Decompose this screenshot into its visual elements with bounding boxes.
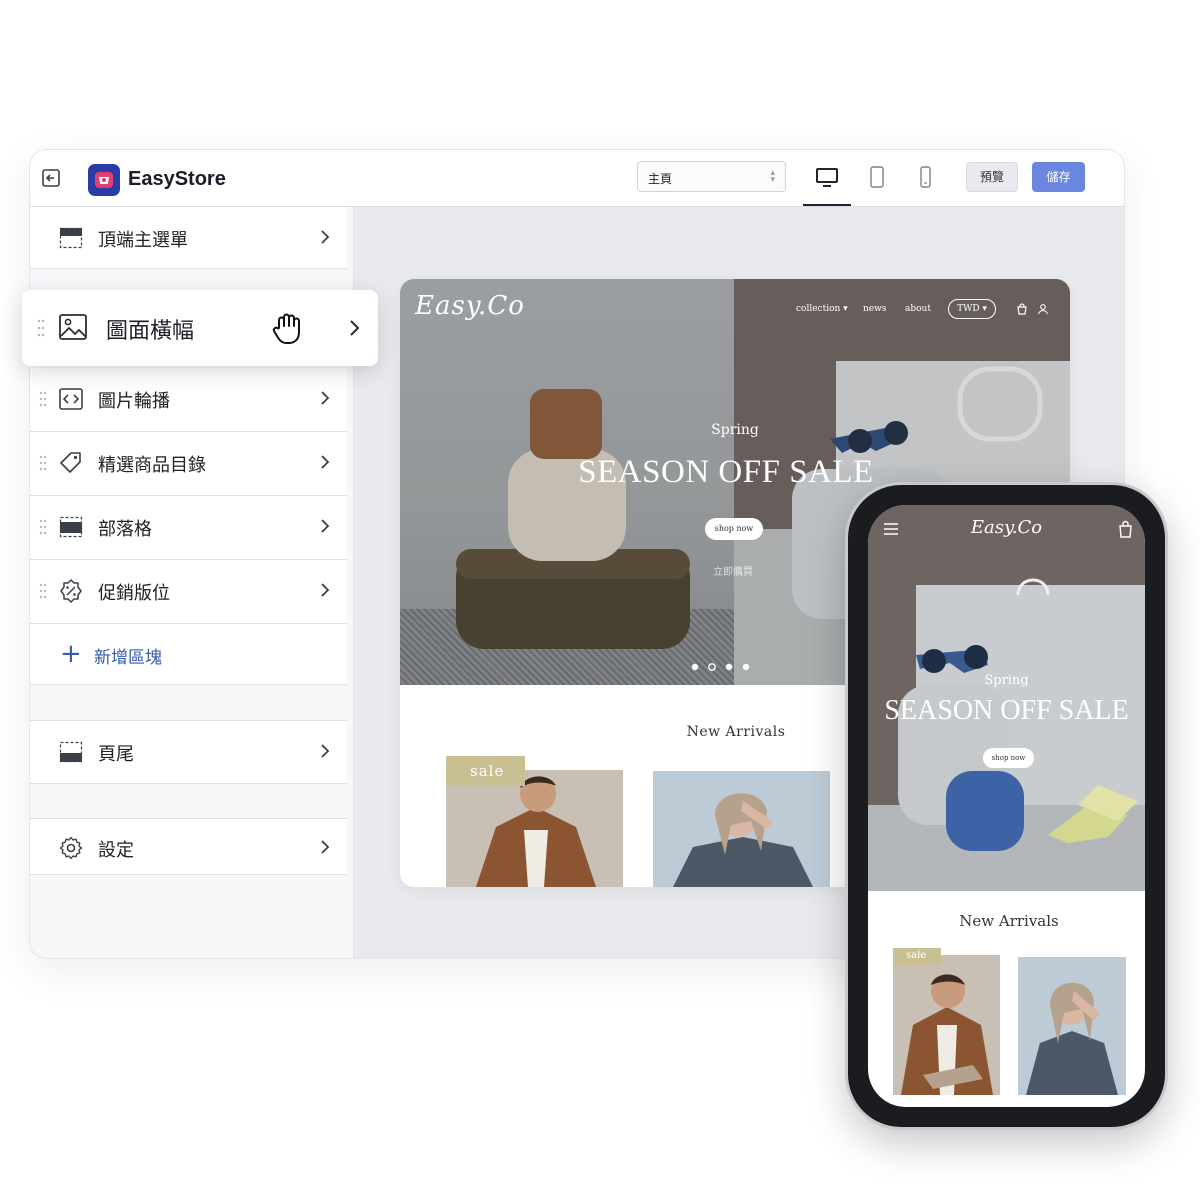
- sidebar-item-label: 圖片輪播: [98, 391, 170, 412]
- mobile-store-preview: Easy.Co Spring SEASON OFF SALE shop now …: [868, 505, 1145, 1107]
- header-layout-icon: [59, 227, 83, 249]
- user-icon[interactable]: [1037, 303, 1049, 315]
- sidebar-item-settings[interactable]: 設定: [30, 818, 347, 875]
- sidebar-item-label: 頂端主選單: [98, 230, 188, 251]
- discount-badge-icon: [60, 579, 82, 603]
- add-section-button[interactable]: + 新增區塊: [30, 624, 347, 685]
- gear-icon: [59, 836, 83, 860]
- active-device-indicator: [803, 204, 851, 206]
- mobile-sale-badge: sale: [893, 948, 941, 965]
- sidebar-item-label: 圖面橫幅: [106, 319, 195, 344]
- hero-shop-now-button[interactable]: shop now: [705, 518, 763, 540]
- page-selector[interactable]: 主頁 ▴ ▾: [637, 161, 786, 192]
- chevron-right-icon: [321, 519, 330, 533]
- chevron-right-icon: [321, 230, 330, 244]
- sidebar-item-label: 頁尾: [98, 744, 134, 765]
- product-image[interactable]: [653, 771, 830, 887]
- mobile-new-arrivals-heading: New Arrivals: [959, 912, 1059, 930]
- tablet-view-icon[interactable]: [864, 165, 890, 189]
- sidebar-item-label: 精選商品目錄: [98, 455, 206, 476]
- select-arrows-icon: ▴ ▾: [770, 168, 775, 185]
- currency-selector[interactable]: TWD ▾: [948, 299, 996, 319]
- drag-handle-icon[interactable]: [39, 519, 47, 535]
- drag-handle-icon[interactable]: [39, 455, 47, 471]
- image-icon: [59, 314, 87, 340]
- sidebar-item-promotion[interactable]: 促銷版位: [30, 560, 347, 624]
- save-button[interactable]: 儲存: [1032, 162, 1085, 192]
- mobile-hero-banner[interactable]: Easy.Co Spring SEASON OFF SALE shop now: [868, 505, 1145, 891]
- plus-icon: +: [60, 639, 82, 669]
- mobile-view-icon[interactable]: [912, 165, 938, 189]
- sidebar-item-footer[interactable]: 頁尾: [30, 720, 347, 784]
- sidebar-item-slideshow[interactable]: 圖片輪播: [30, 368, 347, 432]
- tag-icon: [60, 452, 81, 473]
- store-logo[interactable]: Easy.Co: [415, 291, 525, 321]
- chevron-right-icon: [321, 455, 330, 469]
- shopping-bag-icon[interactable]: [1016, 303, 1028, 315]
- mobile-device-frame: Easy.Co Spring SEASON OFF SALE shop now …: [845, 482, 1168, 1130]
- sidebar-item-image-banner[interactable]: 圖面橫幅: [22, 290, 378, 366]
- chevron-right-icon: [350, 320, 360, 336]
- chevron-right-icon: [321, 583, 330, 597]
- add-section-label: 新增區塊: [94, 648, 162, 668]
- desktop-view-icon[interactable]: [814, 165, 840, 189]
- exit-editor-icon[interactable]: [40, 167, 62, 189]
- sale-badge: sale: [446, 756, 525, 786]
- mobile-hero-kicker: Spring: [984, 673, 1029, 688]
- blog-layout-icon: [59, 516, 83, 538]
- shopping-bag-icon[interactable]: [1118, 520, 1133, 538]
- brand-name: EasyStore: [128, 168, 226, 190]
- hero-subtext: 立即購買: [713, 567, 753, 578]
- mobile-store-logo[interactable]: Easy.Co: [868, 517, 1145, 538]
- sidebar-item-featured-collection[interactable]: 精選商品目錄: [30, 432, 347, 496]
- drag-handle-icon[interactable]: [39, 583, 47, 599]
- mobile-shop-now-button[interactable]: shop now: [983, 748, 1034, 768]
- chevron-right-icon: [321, 744, 330, 758]
- nav-about[interactable]: about: [905, 304, 931, 314]
- hero-kicker: Spring: [711, 422, 759, 438]
- sidebar-item-header[interactable]: 頂端主選單: [30, 207, 347, 269]
- sidebar-item-blog[interactable]: 部落格: [30, 496, 347, 560]
- sidebar-item-label: 部落格: [98, 519, 152, 540]
- page-selector-value: 主頁: [648, 172, 673, 186]
- drag-handle-icon[interactable]: [39, 391, 47, 407]
- drag-handle-icon[interactable]: [37, 319, 45, 337]
- sidebar-item-label: 促銷版位: [98, 583, 170, 604]
- preview-button[interactable]: 預覽: [966, 162, 1018, 192]
- nav-news[interactable]: news: [863, 304, 886, 314]
- slideshow-icon: [59, 388, 83, 410]
- mobile-product-image[interactable]: [1018, 957, 1126, 1095]
- product-image[interactable]: [446, 770, 623, 887]
- carousel-dots[interactable]: [690, 662, 760, 672]
- mobile-hero-title: SEASON OFF SALE: [884, 695, 1129, 726]
- nav-collection[interactable]: collection ▾: [796, 304, 848, 314]
- sidebar-item-label: 設定: [98, 840, 134, 861]
- grab-hand-cursor-icon: [272, 313, 300, 344]
- footer-layout-icon: [59, 741, 83, 763]
- editor-topbar: EasyStore 主頁 ▴ ▾ 預覽 儲存: [30, 150, 1124, 207]
- easystore-logo-icon: [88, 164, 120, 196]
- chevron-right-icon: [321, 840, 330, 854]
- chevron-right-icon: [321, 391, 330, 405]
- mobile-product-image[interactable]: [893, 955, 1000, 1095]
